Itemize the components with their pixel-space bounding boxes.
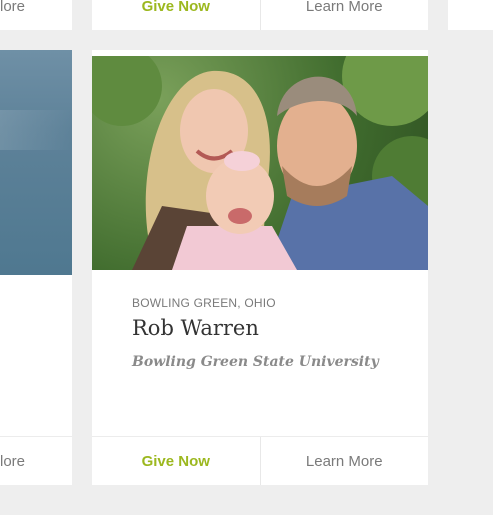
profile-card-actions: Give Now Learn More bbox=[92, 436, 428, 485]
profile-location: BOWLING GREEN, OHIO bbox=[132, 296, 276, 310]
learn-more-button[interactable]: Learn More bbox=[259, 0, 429, 30]
landscape-image bbox=[0, 50, 72, 275]
give-now-button[interactable]: Give Now bbox=[92, 437, 260, 485]
top-mid-card-footer: Give Now Learn More bbox=[92, 0, 428, 30]
top-left-card-footer: lore bbox=[0, 0, 72, 30]
profile-school: Bowling Green State University bbox=[132, 354, 379, 370]
family-photo bbox=[92, 56, 428, 270]
left-card: lore bbox=[0, 50, 72, 485]
profile-name: Rob Warren bbox=[132, 316, 259, 340]
right-card-edge bbox=[448, 0, 493, 30]
give-now-button[interactable]: Give Now bbox=[92, 0, 260, 30]
learn-more-button[interactable]: Learn More bbox=[259, 437, 429, 485]
left-card-actions: lore bbox=[0, 436, 72, 485]
profile-card: BOWLING GREEN, OHIO Rob Warren Bowling G… bbox=[92, 50, 428, 485]
learn-more-button[interactable]: lore bbox=[0, 437, 72, 485]
learn-more-button[interactable]: lore bbox=[0, 0, 72, 30]
